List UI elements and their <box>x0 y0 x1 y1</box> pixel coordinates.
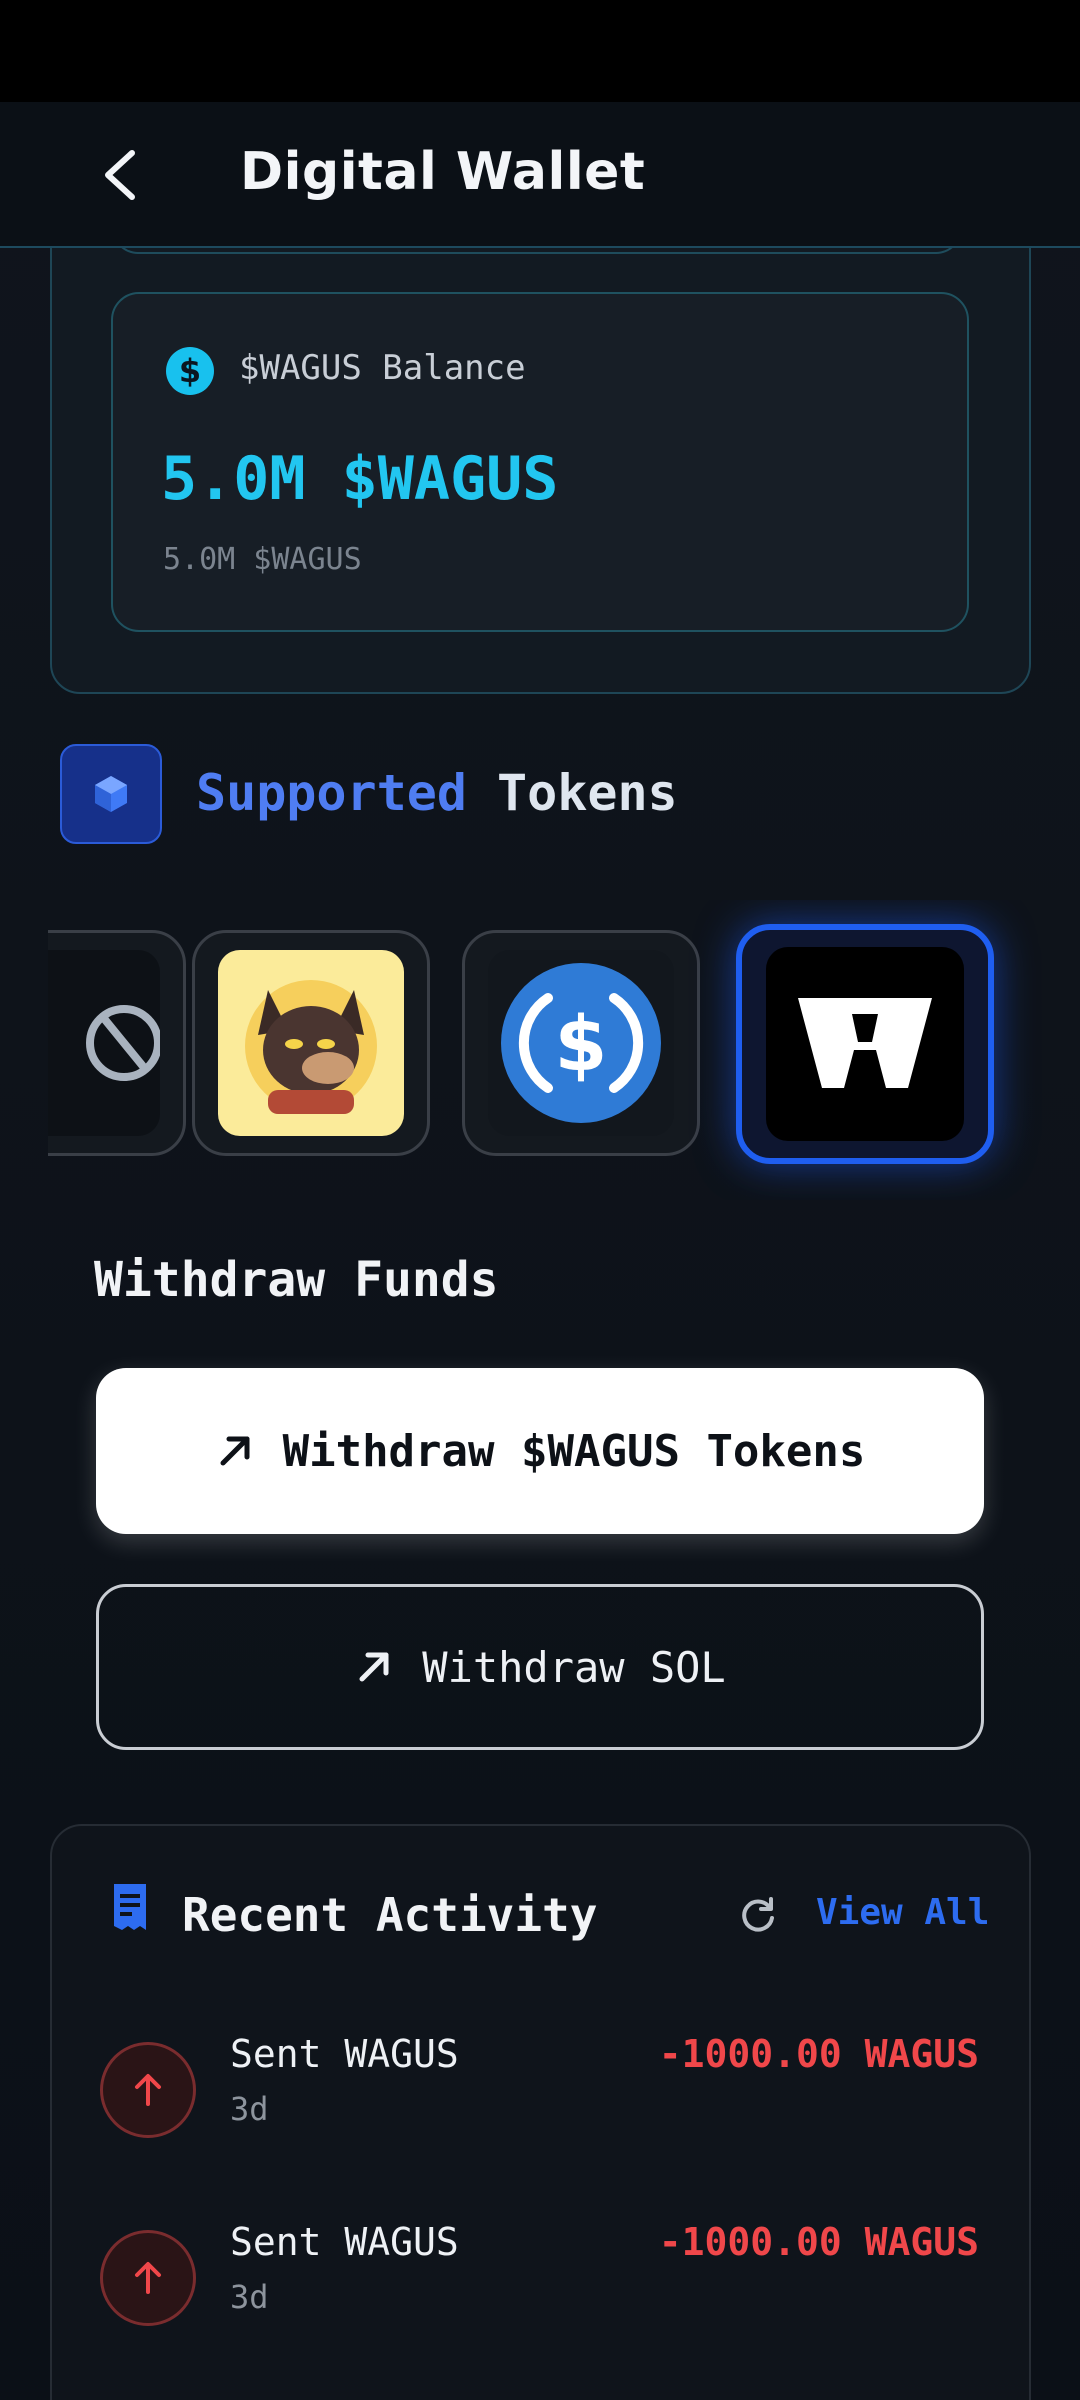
cube-icon <box>60 744 162 844</box>
sent-arrow-icon <box>100 2230 196 2326</box>
supported-tokens-title: Supported Tokens <box>196 764 678 822</box>
wagus-logo-icon <box>766 947 964 1141</box>
token-carousel[interactable]: $ <box>48 900 1048 1200</box>
token-tile-wagus[interactable] <box>736 924 994 1164</box>
dollar-coin-icon: $ <box>166 347 214 395</box>
balance-amount: 5.0M $WAGUS <box>161 444 559 514</box>
balance-label: $WAGUS Balance <box>239 348 526 388</box>
arrow-up-right-icon <box>359 1652 389 1682</box>
svg-text:$: $ <box>555 999 608 1088</box>
partial-token-icon <box>48 950 160 1136</box>
svg-text:$: $ <box>179 352 201 390</box>
app-header: Digital Wallet <box>0 102 1080 248</box>
sent-arrow-icon <box>100 2042 196 2138</box>
tokens-title-highlight: Supported <box>196 764 467 822</box>
transaction-label: Sent WAGUS <box>230 2032 459 2076</box>
back-button[interactable] <box>90 138 150 212</box>
receipt-icon <box>114 1884 146 1930</box>
transaction-row[interactable]: Sent WAGUS 3d -1000.00 WAGUS <box>52 2220 1033 2360</box>
recent-activity-card: Recent Activity View All Sent WAGUS 3d -… <box>50 1824 1031 2400</box>
wagus-balance-card: $ $WAGUS Balance 5.0M $WAGUS 5.0M $WAGUS <box>111 292 969 632</box>
withdraw-sol-label: Withdraw SOL <box>422 1642 726 1692</box>
page-title: Digital Wallet <box>240 142 646 202</box>
transaction-row[interactable]: Sent WAGUS 3d -1000.00 WAGUS <box>52 2032 1033 2172</box>
token-tile-partial[interactable] <box>48 930 186 1156</box>
recent-activity-title: Recent Activity <box>182 1888 598 1942</box>
withdraw-wagus-label: Withdraw $WAGUS Tokens <box>282 1425 866 1477</box>
withdraw-sol-button[interactable]: Withdraw SOL <box>96 1584 984 1750</box>
status-bar <box>0 0 1080 102</box>
transaction-amount: -1000.00 WAGUS <box>658 2220 979 2264</box>
chevron-left-icon <box>105 150 135 200</box>
view-all-link[interactable]: View All <box>816 1892 989 1933</box>
transaction-time: 3d <box>230 2090 269 2128</box>
wallet-screen: Digital Wallet $ $WAGUS Balance 5.0M $WA… <box>0 0 1080 2400</box>
token-tile-wolf[interactable] <box>192 930 430 1156</box>
arrow-up-right-icon <box>220 1436 250 1466</box>
tokens-title-rest: Tokens <box>466 764 678 822</box>
transaction-amount: -1000.00 WAGUS <box>658 2032 979 2076</box>
wolf-token-icon <box>218 950 404 1136</box>
refresh-icon[interactable] <box>738 1894 778 1934</box>
withdraw-wagus-button[interactable]: Withdraw $WAGUS Tokens <box>96 1368 984 1534</box>
transaction-time: 3d <box>230 2278 269 2316</box>
withdraw-funds-title: Withdraw Funds <box>94 1252 499 1308</box>
usdc-icon: $ <box>488 950 674 1136</box>
token-tile-usdc[interactable]: $ <box>462 930 700 1156</box>
balance-sub-amount: 5.0M $WAGUS <box>163 542 362 577</box>
transaction-label: Sent WAGUS <box>230 2220 459 2264</box>
